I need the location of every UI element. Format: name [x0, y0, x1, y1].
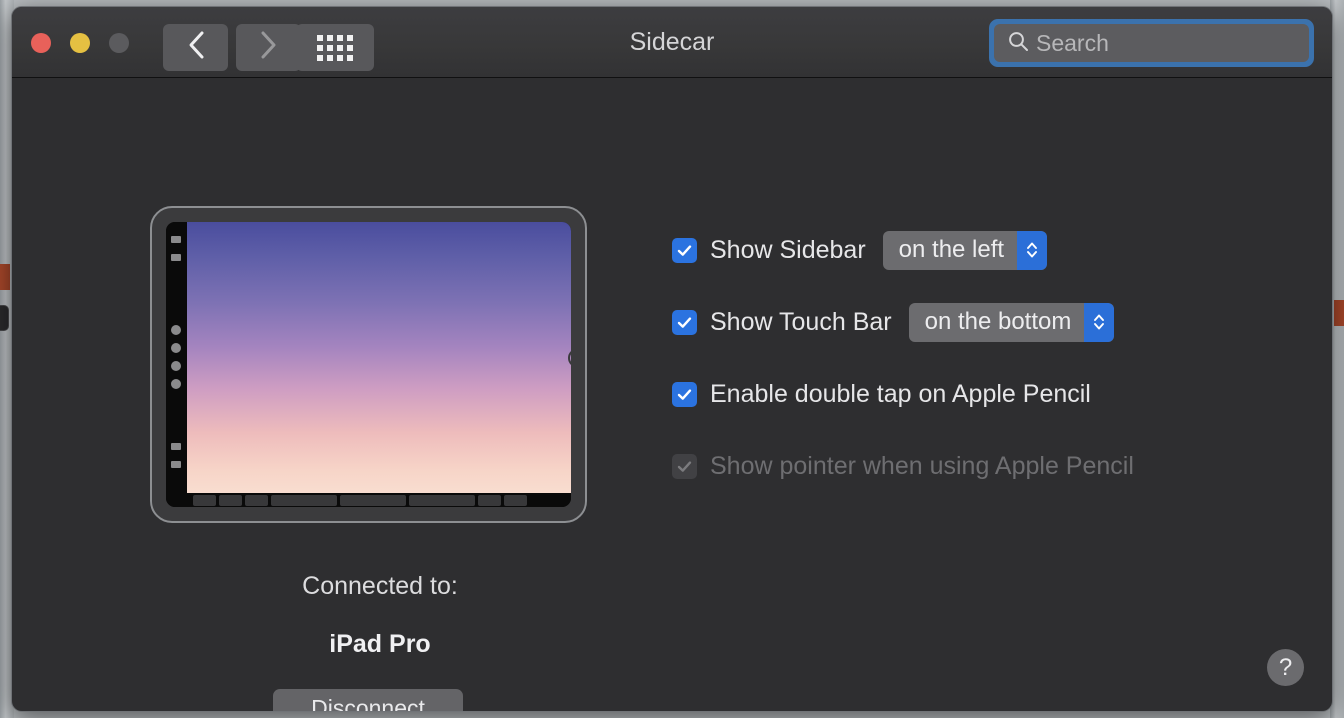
sidebar-position-stepper[interactable]: [1017, 231, 1047, 270]
touch-bar-position-value: on the bottom: [909, 308, 1085, 336]
touchbar-segment: [504, 495, 527, 506]
window-toolbar: Sidecar Search: [12, 7, 1332, 78]
ipad-bezel: [166, 222, 571, 507]
show-sidebar-checkbox[interactable]: [672, 238, 697, 263]
sidebar-position-value: on the left: [883, 236, 1017, 264]
option-row-enable-double-tap: Enable double tap on Apple Pencil: [672, 372, 1134, 416]
search-field[interactable]: Search: [994, 24, 1309, 62]
connected-to-label: Connected to:: [150, 572, 610, 601]
touchbar-segment: [219, 495, 242, 506]
sidebar-icon-square-1: [171, 236, 181, 243]
connected-device-name: iPad Pro: [150, 630, 610, 659]
checkmark-icon: [676, 386, 693, 403]
chevron-updown-icon: [1092, 310, 1106, 334]
search-placeholder: Search: [1036, 30, 1109, 57]
checkmark-icon: [676, 314, 693, 331]
show-touch-bar-label: Show Touch Bar: [710, 308, 892, 337]
touchbar-segment: [193, 495, 216, 506]
sidebar-icon-circle-2: [171, 343, 181, 353]
option-row-show-touch-bar: Show Touch Bar on the bottom: [672, 300, 1134, 344]
system-preferences-window: Sidecar Search: [11, 6, 1333, 712]
chevron-updown-icon: [1025, 238, 1039, 262]
sidebar-icon-circle-1: [171, 325, 181, 335]
touchbar-segment: [271, 495, 337, 506]
disconnect-button[interactable]: Disconnect: [273, 689, 463, 712]
ipad-illustration: [150, 206, 587, 523]
touchbar-segment: [478, 495, 501, 506]
background-window-sliver-right: [1334, 300, 1344, 326]
enable-double-tap-label: Enable double tap on Apple Pencil: [710, 380, 1091, 409]
option-row-show-pointer: Show pointer when using Apple Pencil: [672, 444, 1134, 488]
touchbar-segment: [245, 495, 268, 506]
sidebar-position-popup[interactable]: on the left: [883, 231, 1047, 270]
background-window-sliver-left: [0, 264, 10, 290]
touchbar-segment: [340, 495, 406, 506]
ipad-sidebar-preview: [166, 222, 187, 507]
show-pointer-label: Show pointer when using Apple Pencil: [710, 452, 1134, 481]
background-window-tab: [0, 305, 9, 331]
ipad-display-area: [187, 222, 571, 507]
show-sidebar-label: Show Sidebar: [710, 236, 866, 265]
sidebar-icon-square-3: [171, 443, 181, 450]
sidecar-options-list: Show Sidebar on the left: [672, 228, 1134, 488]
enable-double-tap-checkbox[interactable]: [672, 382, 697, 407]
search-field-container[interactable]: Search: [989, 19, 1314, 67]
sidebar-icon-square-2: [171, 254, 181, 261]
touch-bar-position-popup[interactable]: on the bottom: [909, 303, 1115, 342]
preference-pane-content: Connected to: iPad Pro Disconnect Show S…: [12, 78, 1332, 712]
help-button[interactable]: ?: [1267, 649, 1304, 686]
touch-bar-position-stepper[interactable]: [1084, 303, 1114, 342]
touchbar-segment: [409, 495, 475, 506]
checkmark-icon: [676, 242, 693, 259]
show-touch-bar-checkbox[interactable]: [672, 310, 697, 335]
show-pointer-checkbox: [672, 454, 697, 479]
sidebar-icon-circle-3: [171, 361, 181, 371]
option-row-show-sidebar: Show Sidebar on the left: [672, 228, 1134, 272]
sidebar-icon-square-4: [171, 461, 181, 468]
search-icon: [1007, 30, 1029, 57]
ipad-touchbar-preview: [187, 493, 571, 507]
ipad-wallpaper: [187, 222, 571, 493]
sidebar-icon-circle-4: [171, 379, 181, 389]
checkmark-icon: [676, 458, 693, 475]
home-button-icon: [568, 348, 571, 367]
